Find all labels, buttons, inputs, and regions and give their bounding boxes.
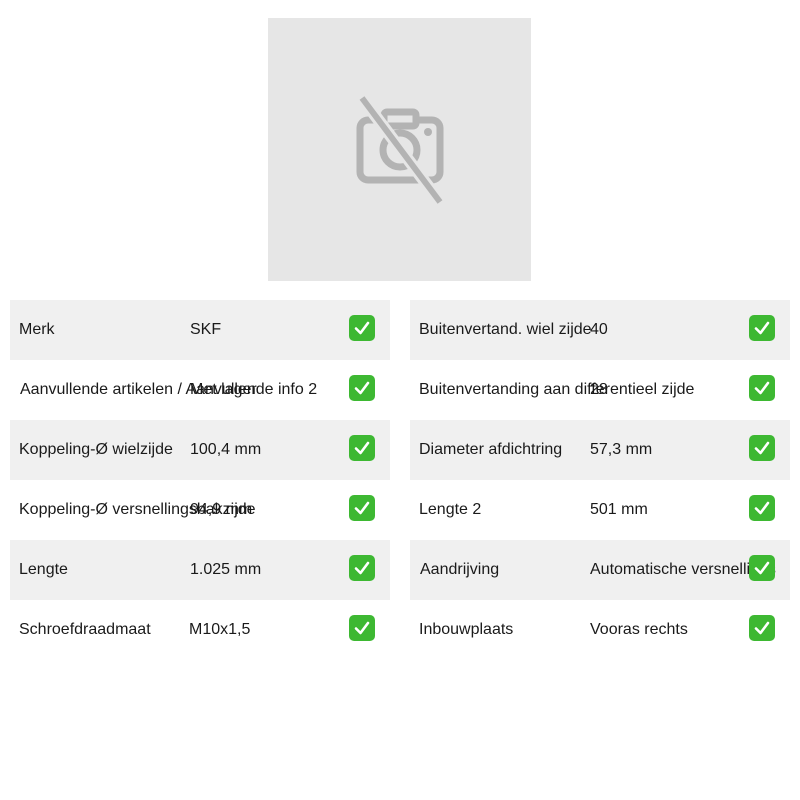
green-check-icon	[349, 315, 375, 341]
spec-row-lengte: Lengte 1.025 mm	[10, 540, 390, 600]
spec-label: Aanvullende artikelen / Aanvullende info…	[20, 381, 318, 398]
green-check-icon	[349, 375, 375, 401]
spec-label: Aandrijving	[420, 561, 500, 578]
spec-row-koppeling-wielzijde: Koppeling-Ø wielzijde 100,4 mm	[10, 420, 390, 480]
spec-row-buitenvertand-wiel: Buitenvertand. wiel zijde 40	[410, 300, 790, 360]
spec-row-lengte-2: Lengte 2 501 mm	[410, 480, 790, 540]
spec-table-right: Buitenvertand. wiel zijde 40 Buitenverta…	[410, 300, 790, 660]
green-check-icon	[749, 375, 775, 401]
product-image-placeholder	[268, 18, 531, 281]
spec-value: 28	[590, 381, 608, 398]
spec-value: 501 mm	[590, 501, 648, 518]
green-check-icon	[749, 315, 775, 341]
no-camera-icon	[340, 90, 460, 210]
spec-value: Vooras rechts	[590, 621, 688, 638]
spec-label: Koppeling-Ø wielzijde	[19, 441, 173, 458]
spec-label: Schroefdraadmaat	[19, 621, 151, 638]
spec-row-merk: Merk SKF	[10, 300, 390, 360]
spec-label: Lengte 2	[419, 501, 482, 518]
spec-label: Inbouwplaats	[419, 621, 514, 638]
spec-row-aanvullende-artikelen: Aanvullende artikelen / Aanvullende info…	[10, 360, 390, 420]
spec-row-koppeling-versnellingsbakzijde: Koppeling-Ø versnellingsbakzijde 94,9 mm	[10, 480, 390, 540]
spec-table-left: Merk SKF Aanvullende artikelen / Aanvull…	[10, 300, 390, 660]
spec-label: Lengte	[19, 561, 68, 578]
spec-row-buitenvertanding-differentieel: Buitenvertanding aan differentieel zijde…	[410, 360, 790, 420]
spec-row-schroefdraadmaat: Schroefdraadmaat M10x1,5	[10, 600, 390, 660]
green-check-icon	[749, 555, 775, 581]
green-check-icon	[749, 495, 775, 521]
spec-value: Automatische versnellings	[590, 561, 776, 578]
spec-label: Diameter afdichtring	[419, 441, 563, 458]
spec-value: 100,4 mm	[190, 441, 262, 458]
spec-value: SKF	[190, 321, 222, 338]
spec-row-diameter-afdichtring: Diameter afdichtring 57,3 mm	[410, 420, 790, 480]
spec-label: Buitenvertand. wiel zijde	[419, 321, 592, 338]
green-check-icon	[749, 435, 775, 461]
green-check-icon	[749, 615, 775, 641]
spec-value: 94,9 mm	[190, 501, 253, 518]
green-check-icon	[349, 435, 375, 461]
green-check-icon	[349, 495, 375, 521]
spec-value: 40	[590, 321, 608, 338]
green-check-icon	[349, 615, 375, 641]
spec-value: M10x1,5	[189, 621, 251, 638]
green-check-icon	[349, 555, 375, 581]
spec-label: Merk	[19, 321, 55, 338]
spec-value: 57,3 mm	[590, 441, 653, 458]
spec-value: 1.025 mm	[190, 561, 262, 578]
spec-label: Buitenvertanding aan differentieel zijde	[419, 381, 695, 398]
spec-row-inbouwplaats: Inbouwplaats Vooras rechts	[410, 600, 790, 660]
spec-value: Met lager	[190, 381, 257, 398]
spec-row-aandrijving: Aandrijving Automatische versnellings	[410, 540, 790, 600]
